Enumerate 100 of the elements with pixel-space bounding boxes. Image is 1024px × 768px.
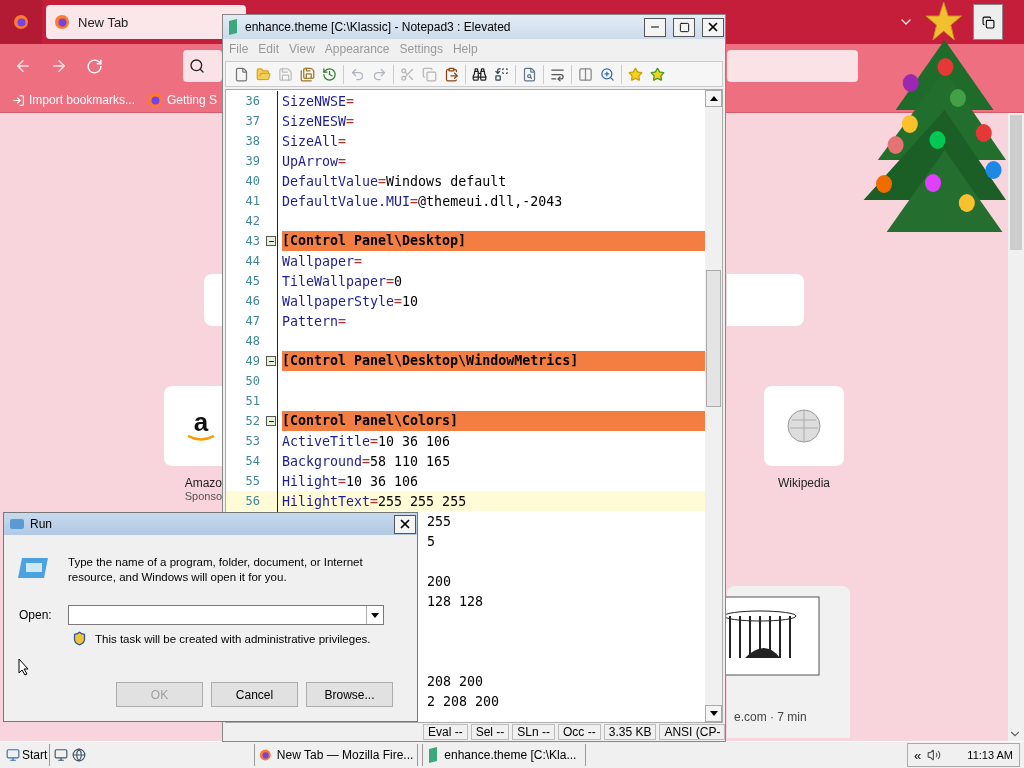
run-icon xyxy=(16,555,50,581)
logo-letter: a xyxy=(193,409,209,435)
shield-icon xyxy=(72,631,87,646)
up-arrow-icon xyxy=(709,96,718,101)
status-field: ANSI (CP- xyxy=(659,724,726,740)
reload-icon[interactable] xyxy=(86,57,103,75)
firefox-logo-icon xyxy=(13,14,29,30)
status-field: 3.35 KB xyxy=(603,724,657,740)
line-number: 44 xyxy=(244,254,261,268)
firefox-logo-icon xyxy=(54,14,70,30)
code-line: Wallpaper= xyxy=(282,253,363,269)
desktop-icon[interactable] xyxy=(54,748,69,762)
firefox-logo-icon xyxy=(147,92,164,108)
browser-tab[interactable]: New Tab xyxy=(46,5,246,39)
scrollbar-thumb[interactable] xyxy=(1010,115,1022,250)
dialog-title: Run xyxy=(30,517,53,531)
code-line: 208 200 xyxy=(427,673,484,689)
line-number: 45 xyxy=(244,274,261,288)
section-header: [Control Panel\Desktop\WindowMetrics] xyxy=(282,351,705,371)
line-number: 38 xyxy=(244,134,261,148)
code-line: Pattern= xyxy=(282,313,347,329)
minimize-button[interactable] xyxy=(644,17,666,37)
fold-marker-icon[interactable] xyxy=(266,356,276,366)
line-number: 43 xyxy=(244,234,261,248)
down-arrow-icon xyxy=(709,711,718,716)
globe-icon[interactable] xyxy=(72,748,87,762)
fold-marker-icon[interactable] xyxy=(266,236,276,246)
back-icon[interactable] xyxy=(14,57,32,75)
code-line: 128 128 xyxy=(427,593,484,609)
line-number: 51 xyxy=(244,394,261,408)
scroll-down-button[interactable] xyxy=(705,705,722,722)
dialog-button[interactable]: Browse... xyxy=(306,682,393,707)
code-line: 200 xyxy=(427,573,452,589)
code-line: 255 xyxy=(427,513,452,529)
code-line: WallpaperStyle=10 xyxy=(282,293,419,309)
line-number: 50 xyxy=(244,374,261,388)
search-icon xyxy=(189,58,205,74)
section-header: [Control Panel\Colors] xyxy=(282,411,705,431)
code-line: SizeAll= xyxy=(282,133,347,149)
firefox-logo-icon xyxy=(259,747,272,763)
status-field: Occ -- xyxy=(558,724,601,740)
restore-button[interactable] xyxy=(973,4,1003,40)
dialog-button[interactable]: Cancel xyxy=(211,682,298,707)
line-number: 52 xyxy=(244,414,261,428)
taskbar-button[interactable]: New Tab — Mozilla Fire... xyxy=(254,744,419,766)
speaker-icon xyxy=(927,748,942,762)
notepad-icon xyxy=(427,747,440,763)
open-label: Open: xyxy=(19,608,52,622)
open-combo-box[interactable] xyxy=(67,605,384,625)
maximize-icon xyxy=(678,21,690,33)
line-number: 37 xyxy=(244,114,261,128)
expand-tray-button[interactable]: « xyxy=(914,747,922,763)
sponsored-label: Sponso xyxy=(184,490,222,502)
maximize-button[interactable] xyxy=(673,17,695,37)
code-line: TileWallpaper=0 xyxy=(282,273,403,289)
dropdown-arrow-icon xyxy=(370,612,379,618)
article-source: e.com · 7 min xyxy=(734,710,807,724)
code-line: 2 208 200 xyxy=(427,693,500,709)
computer-icon xyxy=(6,748,20,762)
code-line: Background=58 110 165 xyxy=(282,453,451,469)
admin-note: This task will be created with administrative privileges. xyxy=(95,632,371,645)
status-field: Sel -- xyxy=(470,724,510,740)
clock: 11:13 AM xyxy=(967,749,1013,761)
close-icon xyxy=(706,20,720,34)
line-number: 48 xyxy=(244,334,261,348)
close-icon xyxy=(398,517,412,531)
article-card[interactable]: e.com · 7 min xyxy=(727,586,850,738)
code-line: Hilight=10 36 106 xyxy=(282,473,419,489)
line-number: 49 xyxy=(244,354,261,368)
line-number: 47 xyxy=(244,314,261,328)
code-line: DefaultValue.MUI=@themeui.dll,-2043 xyxy=(282,193,563,209)
cursor-icon xyxy=(18,658,30,676)
line-number: 46 xyxy=(244,294,261,308)
instruction-text: Type the name of a program, folder, document, or Internet resource, and Windows will open it for you. xyxy=(68,555,364,585)
window-title: enhance.theme [C:\Klassic] - Notepad3 : Elevated xyxy=(245,20,512,34)
status-field: Eval -- xyxy=(423,724,468,740)
line-number: 53 xyxy=(244,434,261,448)
line-number: 56 xyxy=(244,494,261,508)
taskbar-button[interactable]: enhance.theme [C:\Kla... xyxy=(422,744,587,766)
start-button[interactable]: Start xyxy=(4,744,51,766)
scroll-up-button[interactable] xyxy=(705,90,722,107)
section-header: [Control Panel\Desktop] xyxy=(282,231,705,251)
code-line: HilightText=255 255 255 xyxy=(282,493,467,509)
globe-icon xyxy=(786,408,822,444)
fold-marker-icon[interactable] xyxy=(266,416,276,426)
close-button[interactable] xyxy=(394,514,416,534)
address-bar[interactable] xyxy=(183,50,222,82)
status-field: SLn -- xyxy=(512,724,556,740)
code-line: 5 xyxy=(427,533,435,549)
line-number: 41 xyxy=(244,194,261,208)
shortcut-tile[interactable] xyxy=(764,386,844,466)
scrollbar-thumb[interactable] xyxy=(706,270,721,407)
scrollbar[interactable] xyxy=(1008,113,1024,741)
shortcut-label: Amazo xyxy=(184,476,222,490)
close-button[interactable] xyxy=(702,17,724,37)
shortcut-tile[interactable]: a xyxy=(164,386,222,466)
forward-icon[interactable] xyxy=(50,57,68,75)
code-line: ActiveTitle=10 36 106 xyxy=(282,433,451,449)
line-number: 54 xyxy=(244,454,261,468)
shortcut-label: Wikipedia xyxy=(778,476,830,490)
